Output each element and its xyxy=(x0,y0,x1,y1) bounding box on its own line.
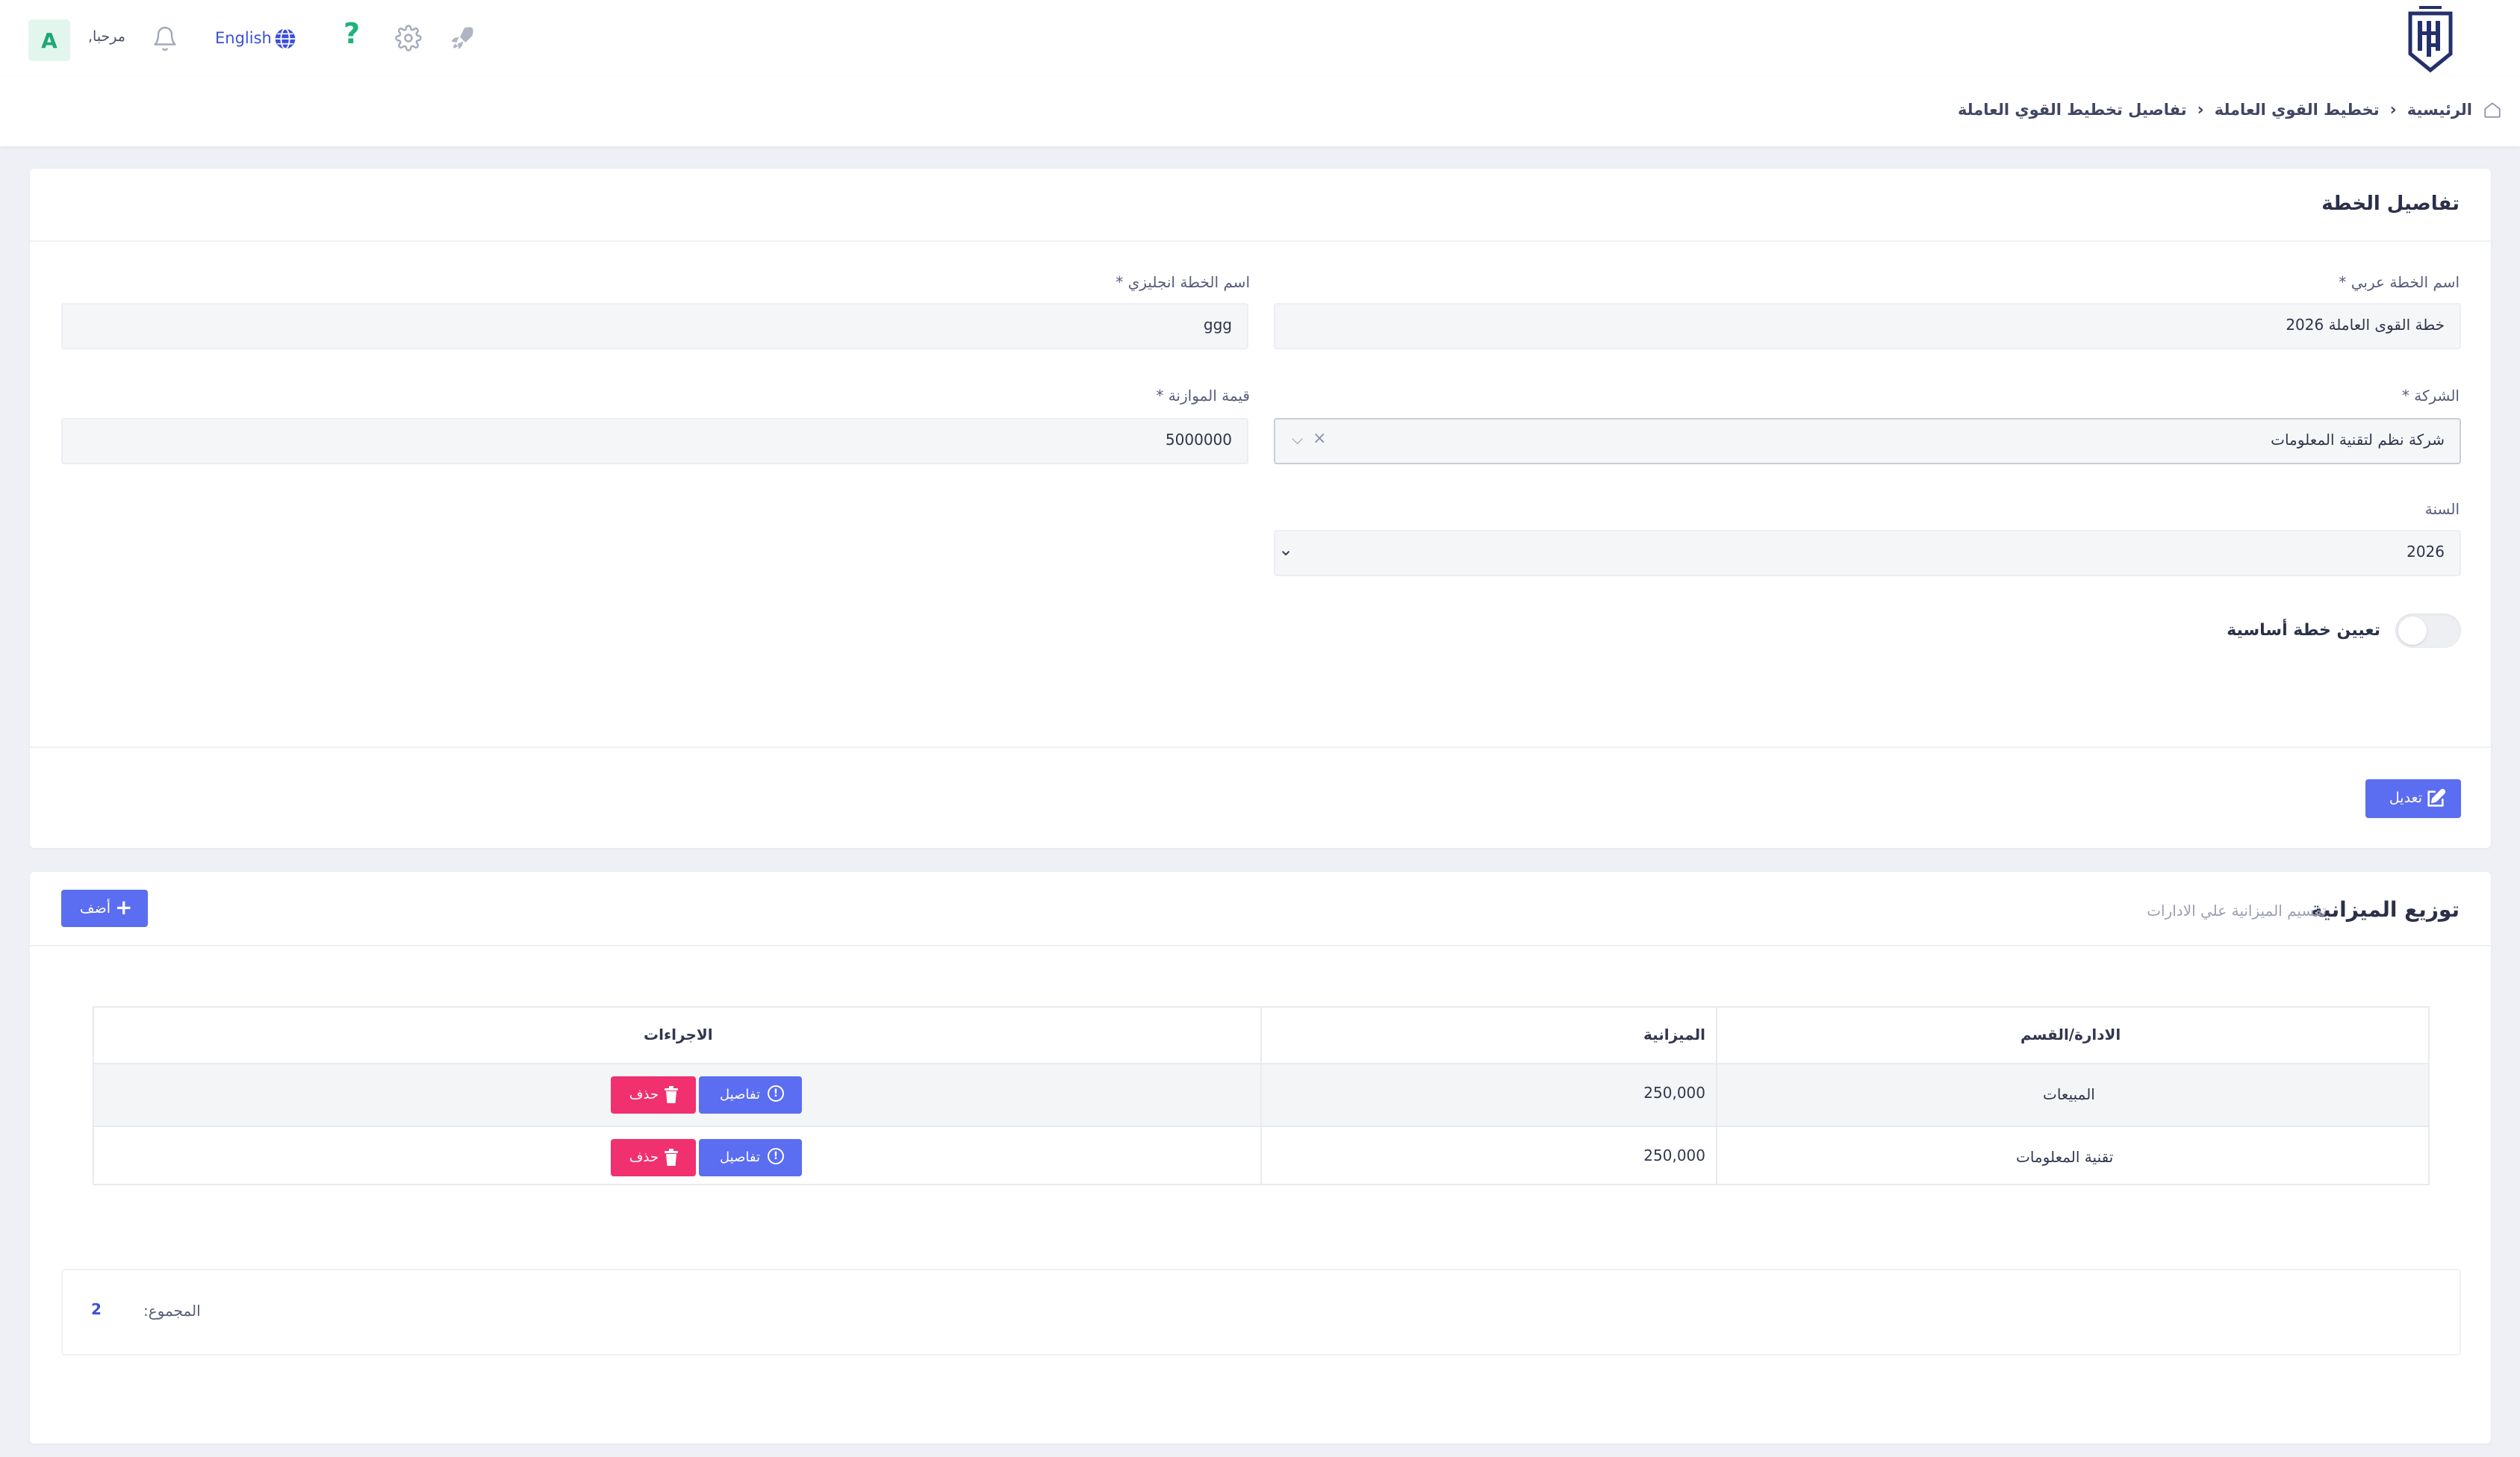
home-icon[interactable] xyxy=(2483,100,2502,119)
total-label: المجموع: xyxy=(143,1302,201,1320)
help-icon[interactable]: ? xyxy=(343,19,360,48)
total-box: 2 المجموع: xyxy=(61,1269,2461,1355)
edit-icon xyxy=(2425,788,2446,809)
breadcrumb-current: تفاصيل تخطيط القوي العاملة xyxy=(1957,101,2187,119)
language-switcher[interactable]: English xyxy=(215,25,299,52)
chevron-left-icon: ‹ xyxy=(2389,100,2397,119)
clear-icon[interactable]: × xyxy=(1313,429,1326,448)
avatar[interactable]: A xyxy=(28,19,70,61)
trash-icon xyxy=(663,1086,679,1104)
rocket-icon[interactable] xyxy=(449,25,476,52)
company-value: شركة نظم لتقنية المعلومات xyxy=(2271,431,2445,449)
budget-cell: 250,000 xyxy=(1643,1084,1705,1102)
english-name-value: ggg xyxy=(1203,316,1232,334)
year-value: 2026 xyxy=(2407,543,2445,561)
arabic-name-field[interactable]: خطة القوى العاملة 2026 xyxy=(1274,303,2461,349)
details-label: تفاصيل xyxy=(720,1149,760,1165)
chevron-left-icon: ‹ xyxy=(2197,100,2204,119)
top-navbar: A مرحبا, English ? xyxy=(0,0,2520,79)
company-label: الشركة * xyxy=(2401,387,2460,405)
edit-button[interactable]: تعديل xyxy=(2365,779,2461,818)
column-header-actions: الاجراءات xyxy=(644,1026,713,1043)
bell-icon[interactable] xyxy=(152,25,178,52)
budget-cell: 250,000 xyxy=(1643,1146,1705,1164)
toggle-knob xyxy=(2398,617,2427,645)
breadcrumb-home[interactable]: الرئيسية xyxy=(2407,101,2472,119)
add-label: أضف xyxy=(79,900,111,917)
arabic-name-value: خطة القوى العاملة 2026 xyxy=(2286,316,2445,334)
budget-table: الادارة/القسم الميزانية الاجراءات المبيع… xyxy=(93,1006,2430,1185)
column-header-budget: الميزانية xyxy=(1643,1026,1705,1043)
details-button[interactable]: ! تفاصيل xyxy=(699,1076,802,1114)
globe-icon xyxy=(273,27,297,51)
budget-value: 5000000 xyxy=(1165,431,1232,449)
gear-icon[interactable] xyxy=(395,25,422,52)
card-title: تفاصيل الخطة xyxy=(2321,193,2460,215)
english-name-label: اسم الخطة انجليزي * xyxy=(1116,273,1250,291)
divider xyxy=(30,240,2491,242)
arabic-name-label: اسم الخطة عربي * xyxy=(2339,273,2460,291)
plan-details-card: تفاصيل الخطة اسم الخطة عربي * خطة القوى … xyxy=(30,169,2491,848)
section-subtitle: تقسيم الميزانية علي الادارات xyxy=(2147,902,2327,920)
add-button[interactable]: + أضف xyxy=(61,890,148,927)
breadcrumb-bar: الرئيسية ‹ تخطيط القوي العاملة ‹ تفاصيل … xyxy=(0,78,2520,146)
budget-label: قيمة الموازنة * xyxy=(1156,387,1250,405)
breadcrumb-section[interactable]: تخطيط القوي العاملة xyxy=(2215,101,2380,119)
base-plan-label: تعيين خطة أساسية xyxy=(2227,621,2380,640)
details-label: تفاصيل xyxy=(720,1087,760,1102)
breadcrumb: الرئيسية ‹ تخطيط القوي العاملة ‹ تفاصيل … xyxy=(1958,100,2502,119)
avatar-letter: A xyxy=(41,28,57,53)
details-button[interactable]: ! تفاصيل xyxy=(699,1139,802,1176)
chevron-down-icon[interactable]: ⌄ xyxy=(1278,539,1293,560)
company-select[interactable]: شركة نظم لتقنية المعلومات ⌵ × xyxy=(1274,418,2461,464)
year-select[interactable]: 2026 ⌄ xyxy=(1274,530,2461,576)
english-name-field[interactable]: ggg xyxy=(61,303,1248,349)
company-logo[interactable] xyxy=(2406,4,2455,73)
budget-field[interactable]: 5000000 xyxy=(61,418,1248,464)
section-title: توزيع الميزانية xyxy=(2310,897,2460,922)
delete-button[interactable]: حذف xyxy=(611,1076,696,1114)
divider xyxy=(30,746,2491,748)
total-value: 2 xyxy=(91,1300,102,1318)
greeting-text: مرحبا, xyxy=(88,28,125,45)
plus-icon: + xyxy=(115,895,133,920)
edit-label: تعديل xyxy=(2389,790,2422,806)
budget-distribution-card: توزيع الميزانية تقسيم الميزانية علي الاد… xyxy=(30,872,2491,1444)
delete-label: حذف xyxy=(629,1087,659,1102)
info-icon: ! xyxy=(768,1085,784,1102)
trash-icon xyxy=(663,1149,679,1167)
department-cell: المبيعات xyxy=(2043,1085,2095,1103)
column-header-department: الادارة/القسم xyxy=(2020,1026,2121,1043)
divider xyxy=(30,945,2491,946)
delete-label: حذف xyxy=(629,1149,659,1165)
base-plan-toggle[interactable] xyxy=(2395,614,2461,648)
department-cell: تقنية المعلومات xyxy=(2016,1148,2114,1166)
delete-button[interactable]: حذف xyxy=(611,1139,696,1176)
year-label: السنة xyxy=(2424,500,2460,518)
info-icon: ! xyxy=(768,1148,784,1164)
language-label: English xyxy=(215,29,272,47)
chevron-down-icon[interactable]: ⌵ xyxy=(1292,430,1303,448)
